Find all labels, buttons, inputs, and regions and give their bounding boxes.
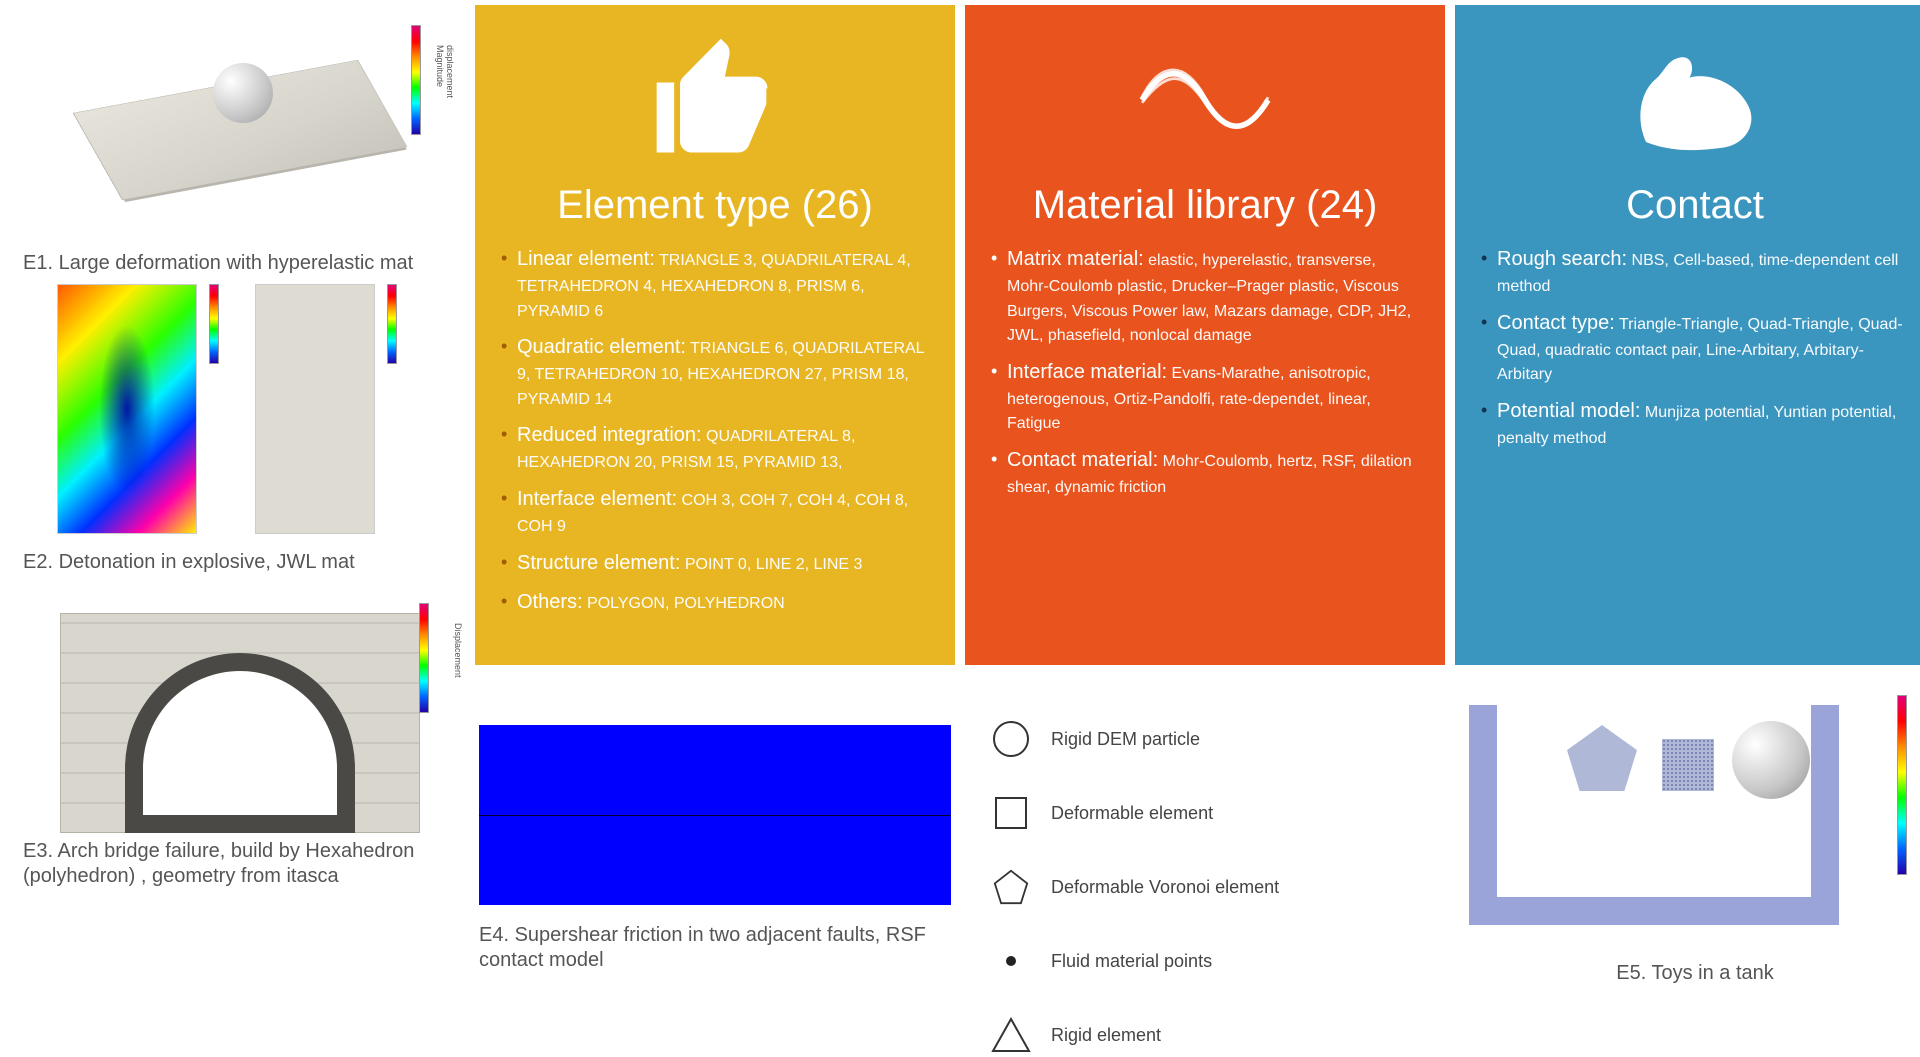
e5-scene: velocity Magnitude [1459,695,1920,955]
example-e4: E4. Supershear friction in two adjacent … [475,675,955,1031]
legend-label: Fluid material points [1051,951,1212,972]
element-item-others: Others: POLYGON, POLYHEDRON [501,589,929,616]
example-e2: E2. Detonation in explosive, JWL mat [23,284,457,575]
e2-color-plot [57,284,197,534]
element-item-quadratic: Quadratic element: TRIANGLE 6, QUADRILAT… [501,334,929,410]
e3-scene: Displacement [23,583,457,833]
legend-label: Rigid DEM particle [1051,729,1200,750]
square-icon [989,791,1033,835]
tile-contact-list: Rough search: NBS, Cell-based, time-depe… [1481,246,1909,461]
material-item-interface: Interface material: Evans-Marathe, aniso… [991,359,1419,435]
e2-caption: E2. Detonation in explosive, JWL mat [23,550,457,575]
tile-contact-title: Contact [1481,183,1909,228]
element-item-linear: Linear element: TRIANGLE 3, QUADRILATERA… [501,246,929,322]
thumbs-up-icon [501,25,929,175]
element-item-structure: Structure element: POINT 0, LINE 2, LINE… [501,550,929,577]
triangle-icon [989,1013,1033,1057]
tile-material-library: Material library (24) Matrix material: e… [965,5,1445,665]
contact-item-type: Contact type: Triangle-Triangle, Quad-Tr… [1481,310,1909,386]
element-item-interface: Interface element: COH 3, COH 7, COH 4, … [501,486,929,538]
wave-icon [991,25,1419,175]
example-e3: Displacement E3. Arch bridge failure, bu… [23,583,457,889]
tile-material-list: Matrix material: elastic, hyperelastic, … [991,246,1419,511]
material-item-matrix: Matrix material: elastic, hyperelastic, … [991,246,1419,347]
e5-sphere-toy [1732,721,1810,799]
e4-plot [479,725,951,905]
tile-element-type: Element type (26) Linear element: TRIANG… [475,5,955,665]
tile-contact: Contact Rough search: NBS, Cell-based, t… [1455,5,1920,665]
tile-element-list: Linear element: TRIANGLE 3, QUADRILATERA… [501,246,929,628]
example-e1: displacement Magnitude E1. Large deforma… [23,15,457,276]
example-e5: velocity Magnitude E5. Toys in a tank [1455,675,1920,1031]
legend-row-dot: Fluid material points [989,939,1441,983]
e3-arch [60,613,420,833]
material-item-contact: Contact material: Mohr-Coulomb, hertz, R… [991,447,1419,499]
legend-row-pentagon: Deformable Voronoi element [989,865,1441,909]
examples-left-column: displacement Magnitude E1. Large deforma… [5,5,465,1031]
e2-colorbar-left [207,284,245,364]
e4-caption: E4. Supershear friction in two adjacent … [479,923,951,973]
legend-label: Deformable Voronoi element [1051,877,1279,898]
bicep-icon [1481,25,1909,175]
e2-grey-plot [255,284,375,534]
legend-row-square: Deformable element [989,791,1441,835]
legend-row-triangle: Rigid element [989,1013,1441,1057]
circle-icon [989,717,1033,761]
contact-item-rough: Rough search: NBS, Cell-based, time-depe… [1481,246,1909,298]
e3-caption: E3. Arch bridge failure, build by Hexahe… [23,839,457,889]
e5-tank [1469,705,1839,925]
e1-colorbar-title: displacement Magnitude [435,45,455,135]
e5-pentagon-toy [1567,725,1637,791]
e5-colorbar: velocity Magnitude [1895,695,1920,875]
e1-colorbar: displacement Magnitude [409,25,453,135]
e3-colorbar: Displacement [417,603,461,713]
e1-caption: E1. Large deformation with hyperelastic … [23,251,457,276]
legend-row-circle: Rigid DEM particle [989,717,1441,761]
contact-item-potential: Potential model: Munjiza potential, Yunt… [1481,398,1909,450]
e2-scene [23,284,457,544]
e5-caption: E5. Toys in a tank [1459,961,1920,986]
e3-colorbar-title: Displacement [453,623,463,678]
shape-legend: Rigid DEM particle Deformable element De… [965,675,1445,1031]
e5-square-toy [1662,739,1714,791]
dot-icon [989,939,1033,983]
e1-scene: displacement Magnitude [23,15,457,245]
tile-element-title: Element type (26) [501,183,929,228]
legend-label: Deformable element [1051,803,1213,824]
legend-label: Rigid element [1051,1025,1161,1046]
tile-material-title: Material library (24) [991,183,1419,228]
pentagon-icon [989,865,1033,909]
e1-sphere [213,63,273,123]
e2-colorbar-right [385,284,423,364]
element-item-reduced: Reduced integration: QUADRILATERAL 8, HE… [501,422,929,474]
